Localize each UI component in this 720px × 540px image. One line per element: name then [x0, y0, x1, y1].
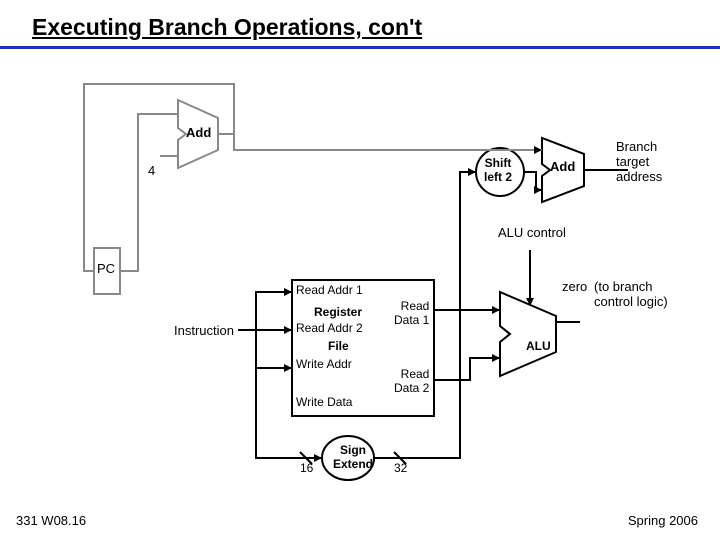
label-add-branch: Add — [550, 160, 575, 175]
label-file: File — [328, 340, 349, 354]
wire-pc-to-add — [120, 114, 178, 271]
label-instruction: Instruction — [174, 324, 234, 339]
wire-instr-signext — [256, 368, 322, 458]
label-write-addr: Write Addr — [296, 358, 352, 372]
label-read-addr2: Read Addr 2 — [296, 322, 363, 336]
wire-instr-wa — [256, 330, 292, 368]
label-branch-target: Branch target address — [616, 140, 662, 185]
arrow-alu-control — [526, 298, 534, 306]
label-alu-control: ALU control — [498, 226, 566, 241]
wire-rd2-alu — [434, 358, 500, 380]
label-read-data1: Read Data 1 — [394, 300, 429, 328]
wire-instr-ra1 — [256, 292, 292, 330]
footer-left: 331 W08.16 — [16, 513, 86, 528]
label-read-addr1: Read Addr 1 — [296, 284, 363, 298]
footer-right: Spring 2006 — [628, 513, 698, 528]
label-pc: PC — [97, 262, 115, 277]
label-read-data2: Read Data 2 — [394, 368, 429, 396]
label-alu: ALU — [526, 340, 551, 354]
wire-shift-to-branchadd — [524, 172, 542, 190]
label-zero-note: (to branch control logic) — [594, 280, 668, 310]
label-shift: Shift left 2 — [484, 157, 512, 185]
label-zero: zero — [562, 280, 587, 295]
label-add-pc4: Add — [186, 126, 211, 141]
label-write-data: Write Data — [296, 396, 352, 410]
label-16: 16 — [300, 462, 313, 476]
label-sign-extend: Sign Extend — [333, 444, 373, 472]
label-register: Register — [314, 306, 362, 320]
label-four: 4 — [148, 164, 155, 179]
wire-add-to-pc — [84, 84, 234, 271]
alu-shape — [500, 292, 556, 376]
label-32: 32 — [394, 462, 407, 476]
